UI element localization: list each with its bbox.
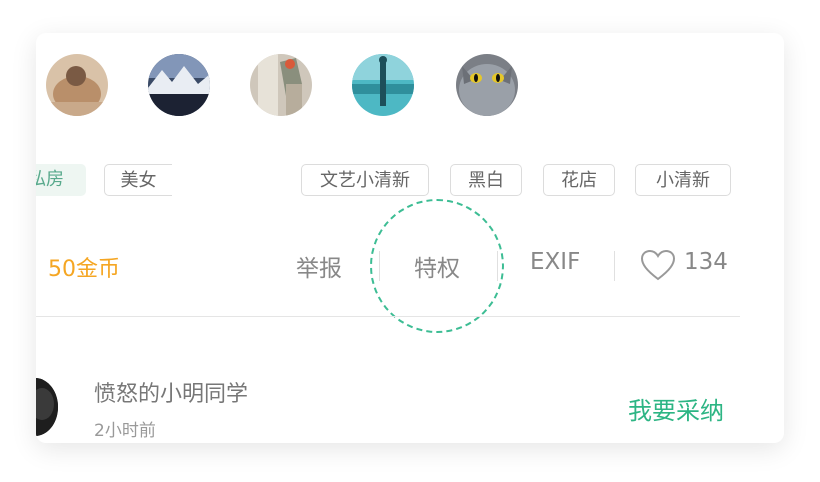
avatar[interactable]: [36, 378, 58, 436]
coin-reward[interactable]: 50金币: [48, 251, 120, 283]
avatar[interactable]: [352, 54, 414, 116]
heart-icon[interactable]: [640, 249, 676, 285]
avatar[interactable]: [148, 54, 210, 116]
exif-button[interactable]: EXIF: [530, 249, 580, 275]
divider: [379, 251, 380, 281]
like-count: 134: [684, 249, 728, 275]
comment-time: 2小时前: [94, 421, 156, 441]
privilege-button[interactable]: 特权: [414, 249, 460, 283]
tag-chip[interactable]: 文艺小清新: [301, 164, 429, 196]
adopt-button[interactable]: 我要采纳: [628, 391, 724, 426]
commenter-name[interactable]: 愤怒的小明同学: [94, 376, 248, 408]
divider: [497, 251, 498, 281]
tag-chip[interactable]: 私房: [36, 164, 86, 196]
photo-detail-card: 私房 美女 文艺小清新 黑白 花店 小清新 50金币 举报 特权 EXIF 13…: [36, 33, 784, 443]
tag-chip[interactable]: 美女: [104, 164, 172, 196]
avatar[interactable]: [46, 54, 108, 116]
action-bar: 50金币 举报 特权 EXIF 134: [36, 199, 784, 333]
section-divider: [36, 316, 740, 317]
tag-chip[interactable]: 小清新: [635, 164, 731, 196]
divider: [614, 251, 615, 281]
tag-chip[interactable]: 花店: [543, 164, 615, 196]
report-button[interactable]: 举报: [296, 249, 342, 283]
avatar[interactable]: [250, 54, 312, 116]
tag-chip[interactable]: 黑白: [450, 164, 522, 196]
tag-row: 私房 美女 文艺小清新 黑白 花店 小清新: [36, 161, 784, 201]
comment-row: 愤怒的小明同学 2小时前 我要采纳: [36, 363, 784, 443]
liked-users-avatar-row: [36, 33, 784, 143]
avatar[interactable]: [456, 54, 518, 116]
